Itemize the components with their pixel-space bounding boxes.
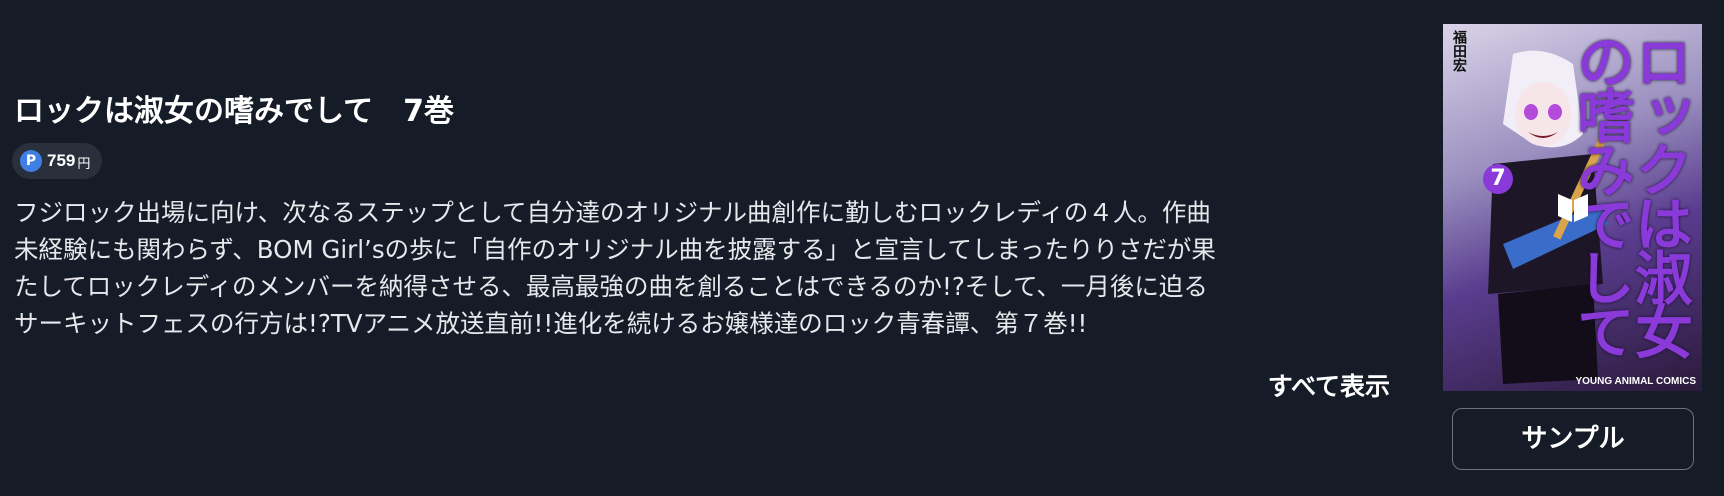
show-all-link[interactable]: すべて表示: [1268, 369, 1390, 405]
cover-volume-number: 7: [1483, 164, 1513, 194]
book-cover[interactable]: 福田宏 7 ロックは淑女の嗜みでして YOUNG ANIMAL COMICS: [1443, 24, 1702, 391]
description-line: サーキットフェスの行方は!?TVアニメ放送直前!!進化を続けるお嬢様達のロック青…: [14, 309, 1088, 338]
book-description: フジロック出場に向け、次なるステップとして自分達のオリジナル曲創作に勤しむロック…: [14, 194, 1394, 342]
price-value: 759: [47, 151, 76, 170]
description-line: 未経験にも関わらず、BOM Girl’sの歩に「自作のオリジナル曲を披露する」と…: [14, 235, 1216, 264]
price-unit: 円: [77, 156, 91, 172]
description-line: たしてロックレディのメンバーを納得させる、最高最強の曲を創ることはできるのか!?…: [14, 272, 1208, 301]
book-reader-icon: [1558, 194, 1588, 222]
book-detail-panel: ロックは淑女の嗜みでして 7巻 P 759 円 フジロック出場に向け、次なるステ…: [0, 0, 1724, 496]
price-badge: P 759 円: [12, 143, 103, 179]
cover-author: 福田宏: [1451, 30, 1467, 72]
book-title: ロックは淑女の嗜みでして 7巻: [14, 94, 454, 129]
description-line: フジロック出場に向け、次なるステップとして自分達のオリジナル曲創作に勤しむロック…: [14, 198, 1211, 227]
point-icon: P: [20, 150, 42, 172]
cover-imprint-label: YOUNG ANIMAL COMICS: [1575, 376, 1696, 387]
sample-button[interactable]: サンプル: [1452, 408, 1694, 470]
